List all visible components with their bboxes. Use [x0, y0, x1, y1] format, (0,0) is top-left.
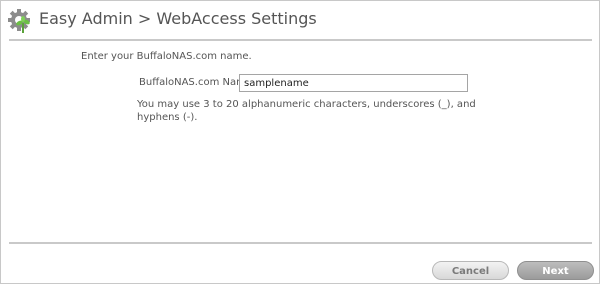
- hint-text: You may use 3 to 20 alphanumeric charact…: [137, 99, 476, 123]
- header: Easy Admin > WebAccess Settings: [1, 1, 599, 39]
- buffalonas-name-input[interactable]: [239, 74, 468, 92]
- footer-divider: [9, 242, 592, 244]
- buffalonas-name-label: BuffaloNAS.com Name:: [139, 77, 256, 88]
- page-title: Easy Admin > WebAccess Settings: [39, 9, 317, 28]
- cancel-button[interactable]: Cancel: [432, 261, 509, 280]
- header-divider: [9, 39, 592, 41]
- wizard-window: Easy Admin > WebAccess Settings Enter yo…: [0, 0, 600, 284]
- next-button[interactable]: Next: [517, 261, 594, 280]
- gear-with-plant-icon: [8, 9, 30, 33]
- intro-text: Enter your BuffaloNAS.com name.: [81, 51, 252, 62]
